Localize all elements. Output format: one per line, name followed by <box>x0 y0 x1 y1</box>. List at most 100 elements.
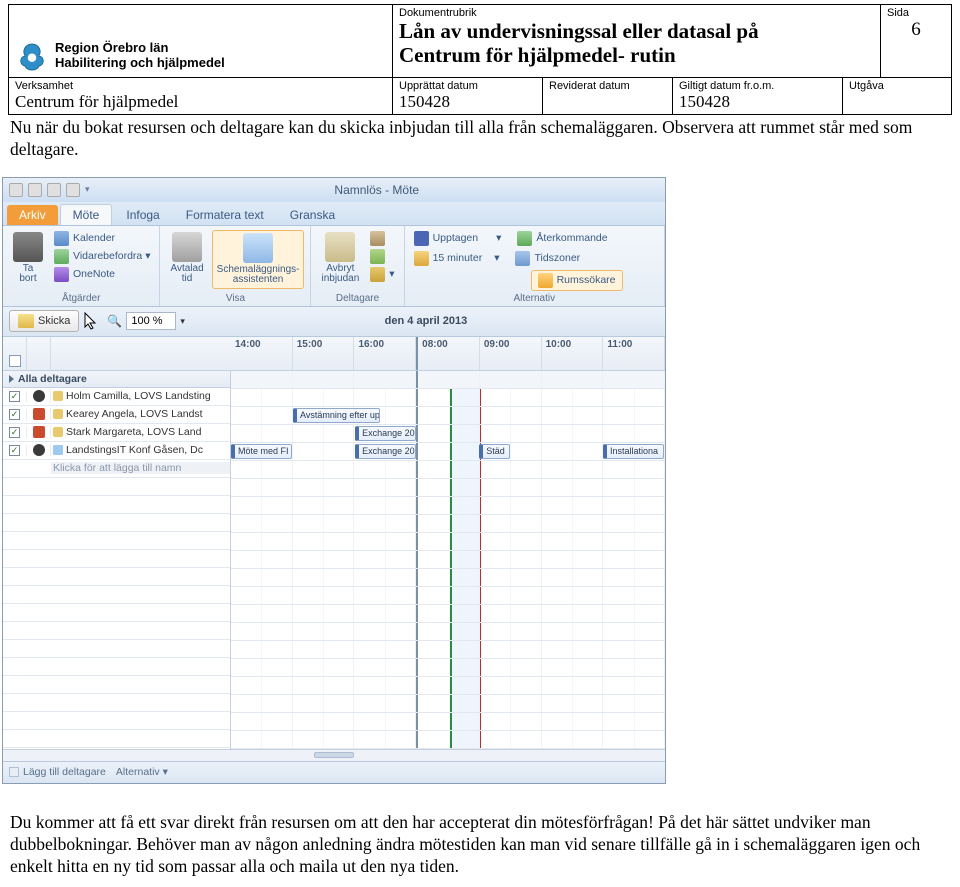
upprattat-label: Upprättat datum <box>399 80 536 92</box>
grid-row <box>231 497 665 515</box>
recurrence-icon <box>517 231 532 246</box>
qat-redo-icon[interactable] <box>66 183 80 197</box>
giltigt-label: Giltigt datum fr.o.m. <box>679 80 836 92</box>
empty-row <box>3 586 230 604</box>
appointment[interactable]: Avstämning efter up <box>293 408 380 423</box>
cursor-icon <box>83 311 99 331</box>
utgava-label: Utgåva <box>849 80 945 92</box>
required-icon <box>33 426 45 438</box>
appointment[interactable]: Installationa <box>603 444 664 459</box>
logo-line2: Habilitering och hjälpmedel <box>55 56 225 71</box>
cancel-invite-button[interactable]: Avbryt inbjudan <box>317 230 363 287</box>
ribbon-group-atgarder: Ta bort Kalender Vidarebefordra ▾ OneNot… <box>3 226 160 306</box>
scrollbar-horizontal[interactable] <box>3 749 665 761</box>
outlook-footer: Lägg till deltagare Alternativ ▾ <box>3 761 665 783</box>
calendar-button[interactable]: Kalender <box>51 230 153 247</box>
tab-arkiv[interactable]: Arkiv <box>7 205 58 225</box>
onenote-button[interactable]: OneNote <box>51 266 153 283</box>
toolbar-secondary: Skicka 🔍 ▾ den 4 april 2013 <box>3 307 665 337</box>
resource-icon <box>33 444 45 456</box>
scheduling-assistant-button[interactable]: Schemaläggnings- assistenten <box>212 230 305 289</box>
tab-mote[interactable]: Möte <box>60 204 113 225</box>
tab-granska[interactable]: Granska <box>278 205 347 225</box>
zoom-control[interactable]: 🔍 ▾ <box>107 312 184 330</box>
checkbox[interactable]: ✓ <box>9 445 20 456</box>
grid-row <box>231 605 665 623</box>
empty-row <box>3 622 230 640</box>
app-icon <box>9 183 23 197</box>
roomfinder-button[interactable]: Rumssökare <box>531 270 623 291</box>
schedule-body: Alla deltagare ✓ Holm Camilla, LOVS Land… <box>3 371 665 749</box>
empty-row <box>3 604 230 622</box>
grid-row <box>231 641 665 659</box>
sida-value: 6 <box>887 19 945 41</box>
addressbook-button[interactable] <box>367 230 397 247</box>
delete-button[interactable]: Ta bort <box>9 230 47 287</box>
send-button[interactable]: Skicka <box>9 310 79 332</box>
grid-row <box>231 371 665 389</box>
show-as-button[interactable]: Upptagen▾ <box>411 230 505 247</box>
header-col-status <box>27 337 51 370</box>
paragraph-1: Nu när du bokat resursen och deltagare k… <box>0 115 960 163</box>
appointment[interactable]: Exchange 20 <box>355 426 416 441</box>
checkbox[interactable]: ✓ <box>9 391 20 402</box>
checkbox[interactable]: ✓ <box>9 427 20 438</box>
add-attendees-link[interactable]: Lägg till deltagare <box>9 766 106 778</box>
empty-row <box>3 532 230 550</box>
grid-row <box>231 587 665 605</box>
appointment[interactable]: Städ <box>479 444 509 459</box>
time-header: 14:00 15:00 16:00 08:00 09:00 10:00 11:0… <box>231 337 665 370</box>
checkbox[interactable]: ✓ <box>9 409 20 420</box>
reminder-button[interactable]: 15 minuter▾ <box>411 250 503 267</box>
ribbon-group-deltagare: Avbryt inbjudan ▾ Deltagare <box>311 226 404 306</box>
forward-button[interactable]: Vidarebefordra ▾ <box>51 248 153 265</box>
grid-row <box>231 461 665 479</box>
recurrence-button[interactable]: Återkommande <box>514 230 610 247</box>
attendee-row-3[interactable]: ✓ LandstingsIT Konf Gåsen, Dc <box>3 442 230 460</box>
tab-formatera[interactable]: Formatera text <box>174 205 276 225</box>
schedule-icon <box>243 233 273 263</box>
checknames-button[interactable] <box>367 248 397 265</box>
title-bar: ▾ Namnlös - Möte <box>3 178 665 202</box>
person-icon <box>53 391 63 401</box>
schedule-header: 14:00 15:00 16:00 08:00 09:00 10:00 11:0… <box>3 337 665 371</box>
giltigt-value: 150428 <box>679 92 836 112</box>
options-link[interactable]: Alternativ ▾ <box>116 766 168 778</box>
add-attendee-row[interactable]: Klicka för att lägga till namn <box>3 460 230 478</box>
ribbon-group-alternativ: Upptagen▾ Återkommande 15 minuter▾ Tidsz… <box>405 226 665 306</box>
person-icon <box>53 409 63 419</box>
date-label: den 4 april 2013 <box>193 315 659 327</box>
zoom-input[interactable] <box>126 312 176 330</box>
person-icon <box>53 427 63 437</box>
reviderat-label: Reviderat datum <box>549 80 666 92</box>
window-title: Namnlös - Möte <box>95 183 659 197</box>
ribbon-group-visa: Avtalad tid Schemaläggnings- assistenten… <box>160 226 311 306</box>
logo-cell: Region Örebro län Habilitering och hjälp… <box>9 5 393 77</box>
tab-infoga[interactable]: Infoga <box>114 205 171 225</box>
grid-row <box>231 695 665 713</box>
appointment[interactable]: Möte med FI <box>231 444 292 459</box>
grid-row <box>231 623 665 641</box>
qat-undo-icon[interactable] <box>47 183 61 197</box>
schedule-grid[interactable]: Avstämning efter up Exchange 20 Möte med… <box>231 371 665 749</box>
attendee-row-1[interactable]: ✓ Kearey Angela, LOVS Landst <box>3 406 230 424</box>
empty-row <box>3 712 230 730</box>
grid-row <box>231 551 665 569</box>
attendee-row-0[interactable]: ✓ Holm Camilla, LOVS Landsting <box>3 388 230 406</box>
calendar-icon <box>54 231 69 246</box>
appointment[interactable]: Exchange 20 <box>355 444 416 459</box>
qat-save-icon[interactable] <box>28 183 42 197</box>
grid-row: Avstämning efter up <box>231 407 665 425</box>
title-cell: Dokumentrubrik Lån av undervisningssal e… <box>393 5 881 77</box>
attendee-row-2[interactable]: ✓ Stark Margareta, LOVS Land <box>3 424 230 442</box>
grid-row <box>231 569 665 587</box>
onenote-icon <box>54 267 69 282</box>
grid-row <box>231 515 665 533</box>
timezones-button[interactable]: Tidszoner <box>512 250 583 267</box>
appointment-button[interactable]: Avtalad tid <box>166 230 207 287</box>
empty-row <box>3 568 230 586</box>
cancel-icon <box>325 232 355 262</box>
room-icon <box>53 445 63 455</box>
response-options-button[interactable]: ▾ <box>367 266 397 283</box>
attendee-section-header[interactable]: Alla deltagare <box>3 371 230 388</box>
